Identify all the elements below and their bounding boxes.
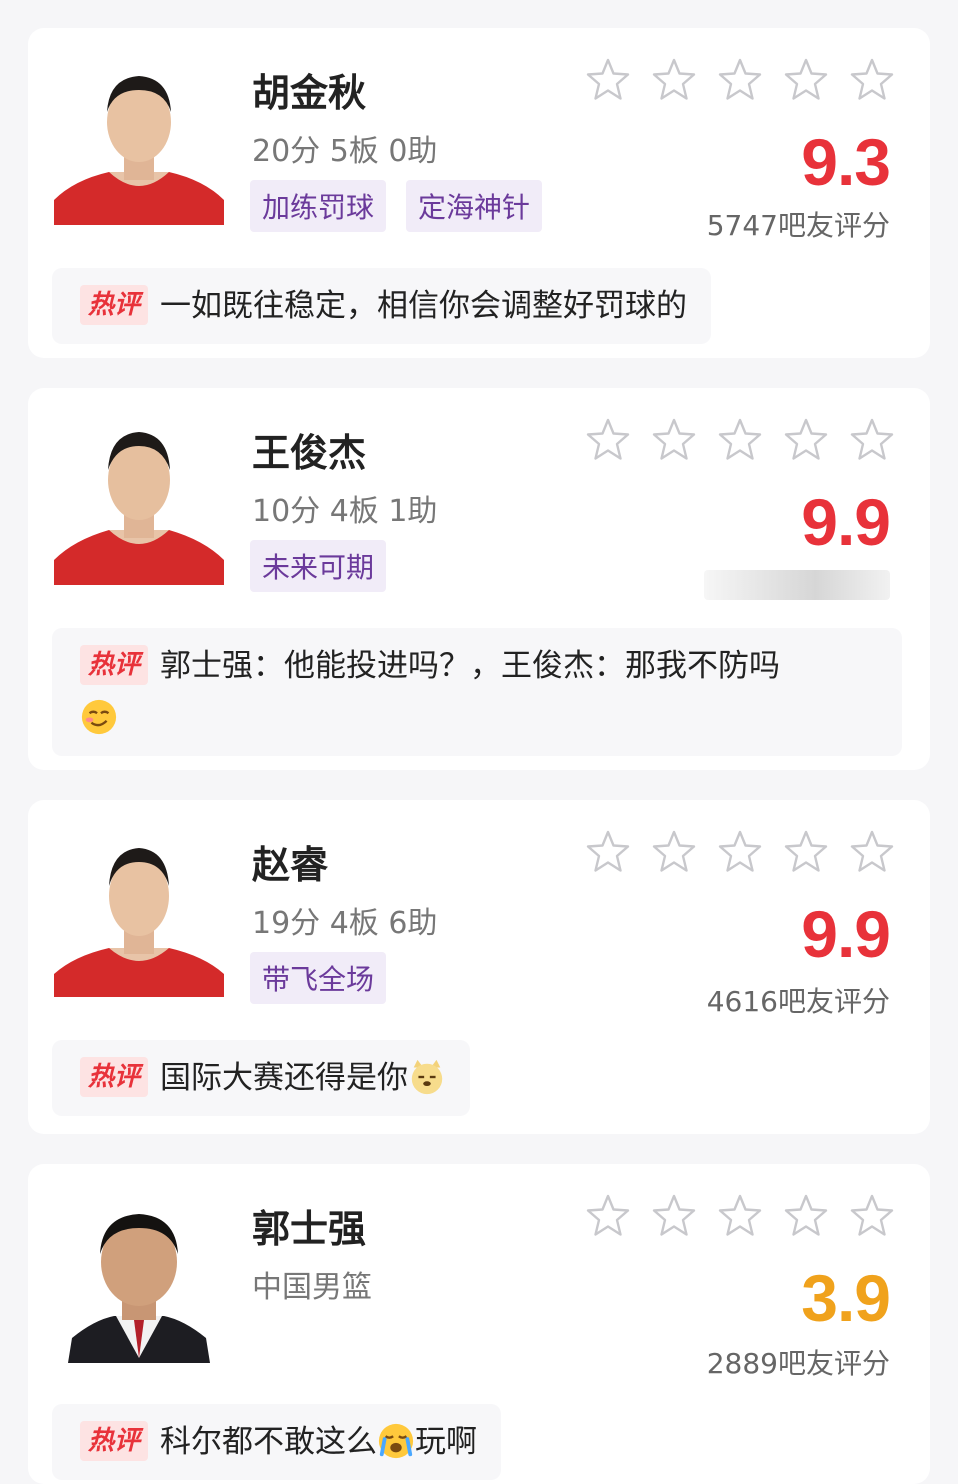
player-stats: 10分 4板 1助 bbox=[252, 494, 438, 529]
tag-list: 带飞全场 bbox=[250, 952, 387, 1004]
dog-face-emoji-icon bbox=[411, 1059, 443, 1094]
hot-comment[interactable]: 热评 科尔都不敢这么 玩啊 bbox=[52, 1404, 502, 1480]
player-name: 赵睿 bbox=[252, 843, 329, 887]
star-outline-icon[interactable] bbox=[584, 828, 632, 880]
rater-count: 2889吧友评分 bbox=[706, 1347, 890, 1380]
star-outline-icon[interactable] bbox=[848, 56, 896, 108]
star-outline-icon[interactable] bbox=[716, 1192, 764, 1244]
rater-count-blurred bbox=[704, 570, 890, 600]
star-outline-icon[interactable] bbox=[650, 1192, 698, 1244]
player-name: 王俊杰 bbox=[252, 431, 367, 475]
smirk-emoji-icon bbox=[81, 699, 117, 734]
rating-stars[interactable] bbox=[584, 56, 896, 108]
rating-stars[interactable] bbox=[584, 828, 896, 880]
tag-list: 加练罚球 定海神针 bbox=[250, 180, 543, 232]
tag[interactable]: 定海神针 bbox=[406, 180, 543, 232]
rater-count: 4616吧友评分 bbox=[706, 985, 890, 1018]
comment-text: 科尔都不敢这么 bbox=[160, 1424, 378, 1460]
player-card-hu-jinqiu[interactable]: 胡金秋 20分 5板 0助 加练罚球 定海神针 9.3 5747吧友评分 热评一… bbox=[28, 28, 930, 358]
star-outline-icon[interactable] bbox=[584, 416, 632, 468]
comment-text: 玩啊 bbox=[415, 1424, 478, 1460]
coach-card-guo-shiqiang[interactable]: 郭士强 中国男篮 3.9 2889吧友评分 热评 科尔都不敢这么 玩啊 bbox=[28, 1164, 930, 1484]
tag[interactable]: 未来可期 bbox=[250, 540, 387, 592]
player-stats: 20分 5板 0助 bbox=[252, 134, 438, 169]
star-outline-icon[interactable] bbox=[848, 1192, 896, 1244]
player-card-wang-junjie[interactable]: 王俊杰 10分 4板 1助 未来可期 9.9 热评 郭士强：他能投进吗？，王俊杰：… bbox=[28, 388, 930, 770]
star-outline-icon[interactable] bbox=[650, 416, 698, 468]
tag[interactable]: 加练罚球 bbox=[250, 180, 387, 232]
score: 9.9 bbox=[801, 485, 891, 559]
score: 9.3 bbox=[801, 125, 891, 199]
star-outline-icon[interactable] bbox=[716, 416, 764, 468]
rating-stars[interactable] bbox=[584, 1192, 896, 1244]
coach-photo bbox=[54, 1198, 224, 1363]
crying-emoji-icon bbox=[378, 1423, 414, 1458]
star-outline-icon[interactable] bbox=[650, 56, 698, 108]
player-photo bbox=[54, 420, 224, 585]
comment-text: 郭士强：他能投进吗？，王俊杰：那我不防吗 bbox=[160, 648, 781, 684]
coach-name: 郭士强 bbox=[252, 1207, 367, 1251]
player-photo bbox=[54, 60, 224, 225]
hot-badge: 热评 bbox=[80, 644, 149, 685]
hot-comment[interactable]: 热评 郭士强：他能投进吗？，王俊杰：那我不防吗 bbox=[52, 628, 902, 756]
player-name: 胡金秋 bbox=[252, 71, 367, 115]
hot-comment[interactable]: 热评 一如既往稳定，相信你会调整好罚球的 bbox=[52, 268, 712, 344]
rating-stars[interactable] bbox=[584, 416, 896, 468]
star-outline-icon[interactable] bbox=[716, 56, 764, 108]
score: 9.9 bbox=[801, 897, 891, 971]
hot-badge: 热评 bbox=[80, 1420, 149, 1461]
star-outline-icon[interactable] bbox=[716, 828, 764, 880]
player-photo bbox=[54, 832, 224, 997]
score: 3.9 bbox=[801, 1261, 891, 1335]
rater-count: 5747吧友评分 bbox=[706, 209, 890, 242]
star-outline-icon[interactable] bbox=[782, 416, 830, 468]
star-outline-icon[interactable] bbox=[782, 828, 830, 880]
star-outline-icon[interactable] bbox=[782, 1192, 830, 1244]
tag-list: 未来可期 bbox=[250, 540, 387, 592]
hot-badge: 热评 bbox=[80, 284, 149, 325]
star-outline-icon[interactable] bbox=[848, 416, 896, 468]
tag[interactable]: 带飞全场 bbox=[250, 952, 387, 1004]
team-name: 中国男篮 bbox=[252, 1270, 372, 1305]
star-outline-icon[interactable] bbox=[584, 56, 632, 108]
star-outline-icon[interactable] bbox=[650, 828, 698, 880]
player-card-zhao-rui[interactable]: 赵睿 19分 4板 6助 带飞全场 9.9 4616吧友评分 热评 国际大赛还得是… bbox=[28, 800, 930, 1134]
hot-comment[interactable]: 热评 国际大赛还得是你 bbox=[52, 1040, 471, 1116]
comment-text: 国际大赛还得是你 bbox=[160, 1060, 409, 1096]
player-stats: 19分 4板 6助 bbox=[252, 906, 438, 941]
star-outline-icon[interactable] bbox=[782, 56, 830, 108]
hot-badge: 热评 bbox=[80, 1056, 149, 1097]
star-outline-icon[interactable] bbox=[584, 1192, 632, 1244]
comment-text: 一如既往稳定，相信你会调整好罚球的 bbox=[160, 288, 688, 324]
star-outline-icon[interactable] bbox=[848, 828, 896, 880]
